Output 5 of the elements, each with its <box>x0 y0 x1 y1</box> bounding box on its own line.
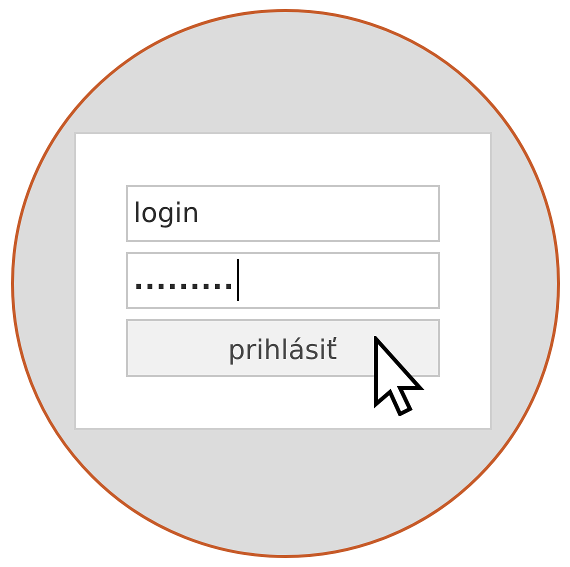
login-button[interactable]: prihlásiť <box>126 318 440 376</box>
mouse-pointer-icon <box>373 336 425 416</box>
password-field[interactable]: ......... <box>126 252 440 308</box>
username-field[interactable]: login <box>126 184 440 242</box>
text-caret <box>236 259 239 301</box>
